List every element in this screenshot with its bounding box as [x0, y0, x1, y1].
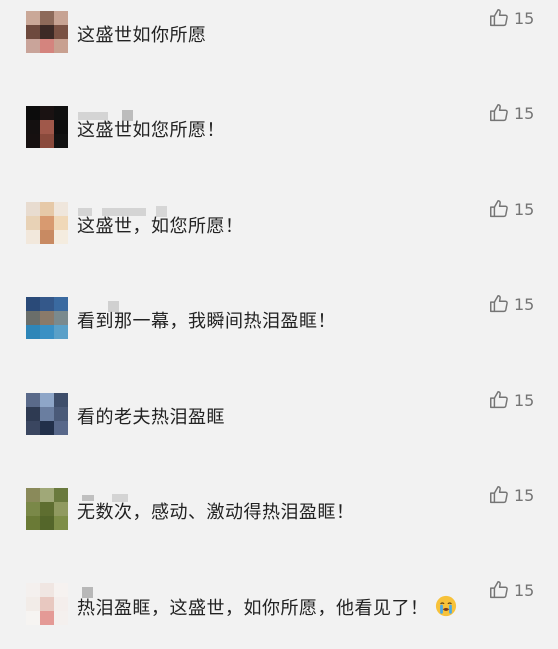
comment-text: 看的老夫热泪盈眶	[77, 407, 225, 428]
avatar[interactable]	[26, 297, 68, 339]
thumbs-up-icon	[490, 295, 508, 313]
username-redacted	[78, 105, 143, 121]
like-button[interactable]: 15	[488, 101, 534, 125]
thumbs-up-icon	[490, 486, 508, 504]
comment-item: 这盛世，如您所愿！ 15	[0, 191, 558, 286]
comment-item: 这盛世如你所愿 15	[0, 0, 558, 95]
thumbs-up-icon	[490, 391, 508, 409]
username-redacted	[78, 582, 103, 598]
comment-item: 这盛世如您所愿！ 15	[0, 95, 558, 190]
comment-item: 热泪盈眶，这盛世，如你所愿，他看见了！ 15	[0, 572, 558, 649]
crying-face-emoji	[435, 595, 456, 617]
comment-text: 看到那一幕，我瞬间热泪盈眶！	[77, 311, 336, 332]
comment-item: 无数次，感动、激动得热泪盈眶！ 15	[0, 477, 558, 572]
username-redacted	[78, 487, 138, 502]
thumbs-up-icon	[490, 104, 508, 122]
like-count: 15	[514, 294, 535, 314]
thumbs-up-icon	[490, 200, 508, 218]
username-redacted	[78, 296, 129, 312]
like-count: 15	[514, 8, 535, 28]
like-button[interactable]: 15	[488, 483, 534, 507]
like-button[interactable]: 15	[488, 197, 534, 221]
like-button[interactable]: 15	[488, 388, 534, 412]
avatar[interactable]	[26, 488, 68, 530]
comment-text: 这盛世如您所愿！	[77, 120, 225, 141]
comment-text: 这盛世，如您所愿！	[77, 216, 244, 237]
comment-item: 看到那一幕，我瞬间热泪盈眶！ 15	[0, 286, 558, 381]
username-redacted	[78, 201, 177, 217]
like-count: 15	[514, 485, 535, 505]
like-button[interactable]: 15	[488, 292, 534, 316]
thumbs-up-icon	[490, 9, 508, 27]
comment-text: 这盛世如你所愿	[77, 25, 207, 46]
avatar[interactable]	[26, 393, 68, 435]
comment-text: 热泪盈眶，这盛世，如你所愿，他看见了！	[77, 595, 457, 622]
like-button[interactable]: 15	[488, 6, 534, 30]
avatar[interactable]	[26, 11, 68, 53]
avatar[interactable]	[26, 202, 68, 244]
avatar[interactable]	[26, 106, 68, 148]
comment-text: 无数次，感动、激动得热泪盈眶！	[77, 502, 355, 523]
like-button[interactable]: 15	[488, 578, 534, 602]
like-count: 15	[514, 580, 535, 600]
thumbs-up-icon	[490, 581, 508, 599]
avatar[interactable]	[26, 583, 68, 625]
like-count: 15	[514, 199, 535, 219]
like-count: 15	[514, 390, 535, 410]
comment-item: 看的老夫热泪盈眶 15	[0, 382, 558, 477]
comment-text-content: 热泪盈眶，这盛世，如你所愿，他看见了！	[77, 598, 429, 619]
like-count: 15	[514, 103, 535, 123]
